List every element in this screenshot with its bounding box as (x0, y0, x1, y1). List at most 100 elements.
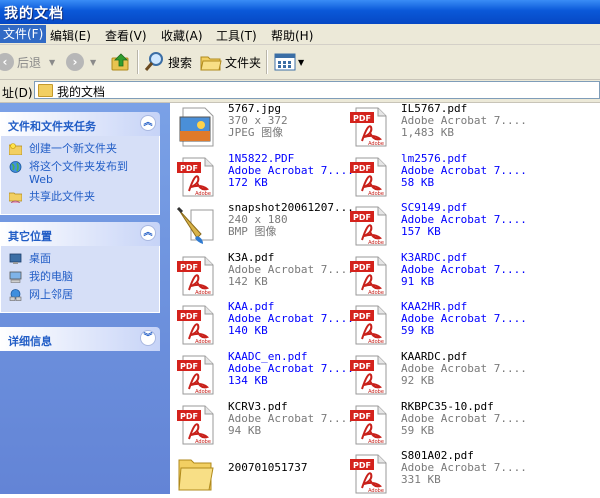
file-size: 142 KB (228, 274, 268, 288)
address-input[interactable]: 我的文档 (34, 81, 600, 99)
svg-text:PDF: PDF (180, 263, 198, 272)
views-button[interactable]: ▼ (274, 45, 304, 79)
menu-tools[interactable]: 工具(T) (216, 27, 257, 44)
file-info: 1N5822.PDF Adobe Acrobat 7.... 172 KB (228, 151, 354, 189)
details-panel-header[interactable]: 详细信息 ︾ (0, 327, 160, 351)
forward-dropdown-icon: ▼ (90, 57, 97, 67)
toolbar-separator (137, 50, 139, 74)
file-info: S801A02.pdf Adobe Acrobat 7.... 331 KB (401, 450, 527, 486)
place-desktop-label: 桌面 (29, 252, 51, 265)
file-size: 331 KB (401, 473, 441, 487)
task-share-folder[interactable]: 共享此文件夹 (9, 190, 155, 208)
file-size: 59 KB (401, 423, 435, 437)
file-name: RKBPC35-10.pdf (401, 399, 494, 413)
globe-icon (9, 161, 22, 173)
collapse-chevron-icon[interactable]: ︽ (140, 115, 156, 131)
search-icon (144, 52, 163, 71)
menu-view[interactable]: 查看(V) (105, 27, 147, 44)
forward-button[interactable]: › ▼ (66, 45, 96, 79)
svg-text:Adobe: Adobe (368, 339, 384, 345)
file-info: KAADC_en.pdf Adobe Acrobat 7.... 134 KB (228, 351, 354, 387)
views-dropdown-icon: ▼ (298, 57, 305, 67)
file-info: KAARDC.pdf Adobe Acrobat 7.... 92 KB (401, 351, 527, 387)
task-pane: 文件和文件夹任务 ︽ 创建一个新文件夹 将这个文件夹发布到 Web 共享此文件夹… (0, 103, 170, 494)
back-label: 后退 (17, 55, 42, 70)
file-name: K3A.pdf (228, 250, 275, 264)
folders-button[interactable]: 文件夹 (200, 45, 261, 79)
folders-label: 文件夹 (225, 55, 262, 70)
pdf-file-icon: PDF Adobe (350, 355, 388, 395)
file-size: 58 KB (401, 175, 435, 189)
svg-text:PDF: PDF (353, 362, 371, 371)
file-name: 1N5822.PDF (228, 151, 295, 165)
pdf-file-icon: PDF Adobe (177, 355, 215, 395)
file-info: K3ARDC.pdf Adobe Acrobat 7.... 91 KB (401, 250, 527, 288)
file-size: 1,483 KB (401, 126, 454, 139)
my-computer-icon (9, 271, 22, 283)
file-item[interactable]: PDF Adobe lm2576.pdf Adobe Acrobat 7.... 5… (350, 152, 590, 201)
file-info: snapshot20061207... 240 x 180 BMP 图像 (228, 202, 354, 238)
pdf-file-icon: PDF Adobe (350, 256, 388, 296)
file-item[interactable]: PDF Adobe KAA.pdf Adobe Acrobat 7.... 140 … (177, 301, 354, 349)
task-new-folder[interactable]: 创建一个新文件夹 (9, 142, 155, 160)
svg-text:PDF: PDF (353, 263, 371, 272)
file-type: Adobe Acrobat 7.... (228, 411, 354, 425)
file-item[interactable]: PDF Adobe KCRV3.pdf Adobe Acrobat 7.... 94… (177, 400, 354, 449)
place-network[interactable]: 网上邻居 (9, 288, 155, 306)
file-name: K3ARDC.pdf (401, 250, 468, 264)
pdf-file-icon: PDF Adobe (350, 305, 388, 345)
menu-edit[interactable]: 编辑(E) (50, 27, 91, 44)
menu-favorites[interactable]: 收藏(A) (161, 27, 203, 44)
back-arrow-icon: ‹ (0, 53, 14, 71)
expand-chevron-icon[interactable]: ︾ (140, 330, 156, 346)
file-info: lm2576.pdf Adobe Acrobat 7.... 58 KB (401, 152, 527, 189)
title-bar[interactable]: 我的文档 (0, 0, 600, 24)
file-type: Adobe Acrobat 7.... (401, 411, 527, 425)
svg-text:Adobe: Adobe (368, 141, 384, 147)
folders-icon (200, 56, 222, 71)
file-item[interactable]: PDF Adobe KAARDC.pdf Adobe Acrobat 7.... 9… (350, 351, 590, 399)
toolbar-separator (266, 50, 268, 74)
up-folder-button[interactable] (110, 45, 132, 79)
collapse-chevron-icon[interactable]: ︽ (140, 225, 156, 241)
svg-text:Adobe: Adobe (195, 191, 211, 197)
file-item[interactable]: PDF Adobe RKBPC35-10.pdf Adobe Acrobat 7.… (350, 399, 590, 449)
tasks-panel-header[interactable]: 文件和文件夹任务 ︽ (0, 112, 160, 136)
pdf-file-icon: PDF Adobe (350, 405, 388, 445)
file-type: Adobe Acrobat 7.... (401, 163, 527, 177)
file-name: KCRV3.pdf (228, 399, 288, 413)
file-info: 200701051737 (228, 462, 307, 474)
back-button[interactable]: ‹ 后退 ▼ (0, 45, 55, 79)
place-my-computer[interactable]: 我的电脑 (9, 270, 155, 288)
file-item[interactable]: PDF Adobe KAA2HR.pdf Adobe Acrobat 7.... 5… (350, 301, 590, 349)
svg-text:Adobe: Adobe (368, 290, 384, 296)
file-item[interactable]: PDF Adobe K3ARDC.pdf Adobe Acrobat 7.... 9… (350, 250, 590, 300)
file-item[interactable]: PDF Adobe K3A.pdf Adobe Acrobat 7.... 142 … (177, 251, 354, 300)
place-desktop[interactable]: 桌面 (9, 252, 155, 270)
places-panel-body: 桌面 我的电脑 网上邻居 (0, 246, 160, 313)
file-item[interactable]: PDF Adobe KAADC_en.pdf Adobe Acrobat 7...… (177, 351, 354, 399)
pdf-file-icon: PDF Adobe (350, 454, 388, 494)
pdf-file-icon: PDF Adobe (177, 157, 215, 197)
menu-help[interactable]: 帮助(H) (271, 27, 313, 44)
network-icon (9, 289, 22, 301)
file-item[interactable]: PDF Adobe 1N5822.PDF Adobe Acrobat 7.... 1… (177, 152, 354, 201)
svg-text:Adobe: Adobe (368, 389, 384, 395)
file-item[interactable]: 200701051737 (177, 450, 347, 498)
file-item[interactable]: PDF Adobe SC9149.pdf Adobe Acrobat 7.... 1… (350, 202, 590, 250)
file-item[interactable]: snapshot20061207... 240 x 180 BMP 图像 (176, 202, 354, 250)
pdf-file-icon: PDF Adobe (350, 206, 388, 246)
file-info: K3A.pdf Adobe Acrobat 7.... 142 KB (228, 250, 354, 288)
file-size: 92 KB (401, 374, 435, 387)
file-item[interactable]: PDF Adobe IL5767.pdf Adobe Acrobat 7.... 1… (350, 103, 590, 151)
file-item[interactable]: 5767.jpg 370 x 372 JPEG 图像 (177, 103, 347, 151)
pdf-file-icon: PDF Adobe (177, 305, 215, 345)
menu-file[interactable]: 文件(F) (0, 25, 47, 43)
task-publish-web[interactable]: 将这个文件夹发布到 Web (9, 160, 155, 190)
place-network-label: 网上邻居 (29, 288, 73, 301)
file-item[interactable]: PDF Adobe S801A02.pdf Adobe Acrobat 7....… (350, 450, 590, 498)
search-button[interactable]: 搜索 (143, 45, 192, 79)
svg-text:Adobe: Adobe (368, 439, 384, 445)
places-panel-header[interactable]: 其它位置 ︽ (0, 222, 160, 246)
desktop-icon (9, 253, 22, 264)
